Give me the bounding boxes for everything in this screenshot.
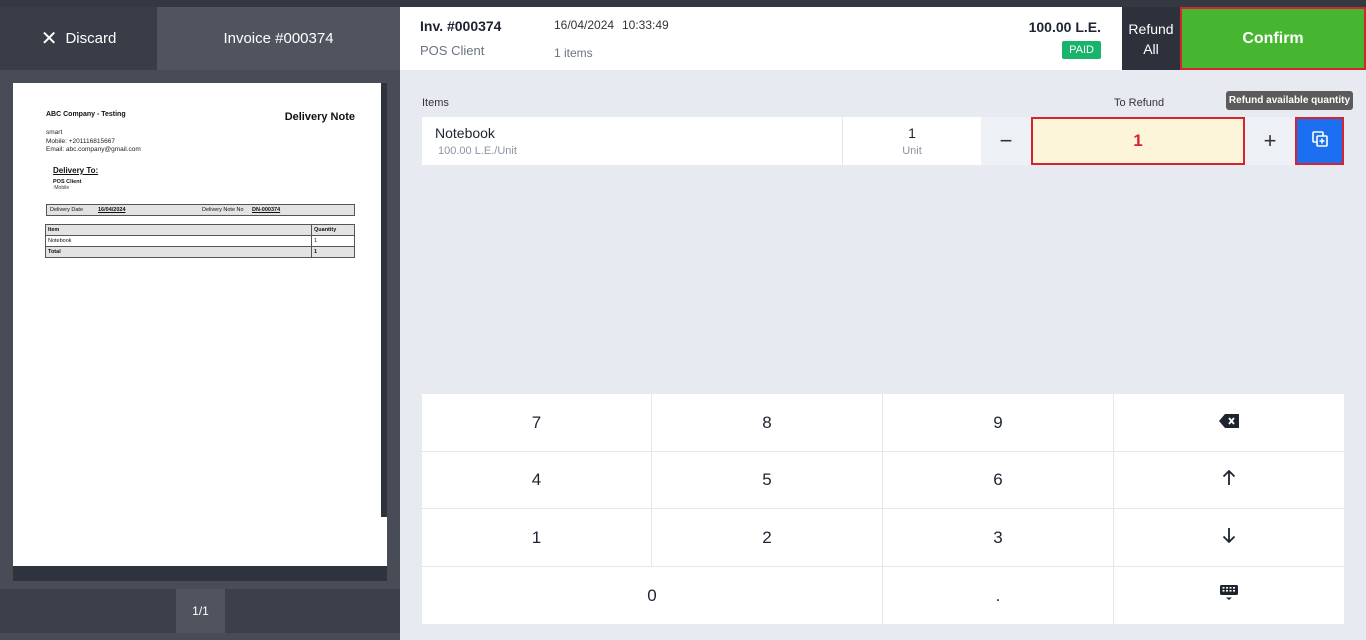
item-name: Notebook: [435, 125, 495, 141]
doc-info-line: Mobile: +201116815667: [46, 137, 115, 145]
discard-label: Discard: [65, 30, 117, 47]
invoice-header: Inv. #000374 POS Client 16/04/2024 10:33…: [400, 7, 1122, 70]
page-indicator: 1/1: [176, 589, 225, 633]
refund-all-button[interactable]: Refund All: [1122, 7, 1180, 70]
numeric-keypad: 7 8 9 4 5 6 1 2 3 0 .: [422, 394, 1344, 624]
confirm-button[interactable]: Confirm: [1180, 7, 1366, 70]
key-decimal[interactable]: .: [883, 567, 1114, 624]
key-9[interactable]: 9: [883, 394, 1114, 452]
arrow-up-icon: [1222, 469, 1236, 491]
preview-panel: ✕ Discard Invoice #000374 ABC Company - …: [0, 7, 400, 640]
doc-th-quantity: Quantity: [311, 224, 355, 236]
keyboard-icon: [1220, 585, 1238, 606]
item-unit: Unit: [902, 145, 922, 157]
doc-delivery-to-heading: Delivery To:: [53, 166, 99, 175]
key-2[interactable]: 2: [652, 509, 883, 567]
table-row: Notebook 1: [45, 235, 355, 247]
doc-company: ABC Company - Testing: [46, 111, 126, 118]
table-row-total: Total 1: [45, 246, 355, 258]
key-3[interactable]: 3: [883, 509, 1114, 567]
doc-delivery-box: Delivery Date 16/04/2024 Delivery Note N…: [46, 204, 355, 216]
invoice-time: 10:33:49: [622, 18, 669, 32]
doc-th-item: Item: [45, 224, 312, 236]
close-icon: ✕: [40, 27, 58, 50]
delivery-note-document: ABC Company - Testing Delivery Note smar…: [13, 83, 381, 573]
refund-quantity-input[interactable]: 1: [1031, 117, 1245, 165]
status-badge: PAID: [1062, 41, 1101, 59]
refund-available-button[interactable]: [1295, 117, 1344, 165]
doc-items-table: Item Quantity Notebook 1 Total 1: [45, 224, 355, 258]
item-price: 100.00 L.E./Unit: [438, 145, 517, 157]
preview-scrollbar-thumb[interactable]: [381, 83, 387, 517]
invoice-total: 100.00 L.E.: [1028, 19, 1101, 35]
backspace-key[interactable]: [1114, 394, 1344, 452]
refund-tooltip: Refund available quantity: [1226, 91, 1353, 110]
doc-delivery-no: DN-000374: [252, 207, 281, 213]
invoice-title: Invoice #000374: [157, 7, 400, 70]
copy-add-icon: [1311, 130, 1329, 153]
doc-total-label: Total: [45, 246, 312, 258]
doc-total-qty: 1: [311, 246, 355, 258]
top-strip: [0, 0, 1366, 7]
horizontal-scrollbar[interactable]: [13, 566, 387, 581]
down-key[interactable]: [1114, 509, 1344, 567]
doc-delivery-date: 16/04/2024: [98, 207, 126, 213]
key-1[interactable]: 1: [422, 509, 652, 567]
refund-all-label-line2: All: [1143, 40, 1159, 57]
item-quantity: 1: [908, 125, 916, 141]
up-key[interactable]: [1114, 452, 1344, 509]
doc-title: Delivery Note: [284, 111, 355, 123]
items-count: 1 items: [554, 46, 593, 60]
doc-info-line: Email: abc.company@gmail.com: [46, 146, 141, 153]
key-0[interactable]: 0: [422, 567, 883, 624]
document-preview: ABC Company - Testing Delivery Note smar…: [13, 83, 381, 573]
items-label: Items: [422, 97, 449, 109]
invoice-date: 16/04/2024: [554, 18, 615, 32]
decrease-button[interactable]: −: [981, 117, 1031, 165]
doc-client-mobile: :Mobile: [53, 185, 70, 191]
key-5[interactable]: 5: [652, 452, 883, 509]
client-name: POS Client: [420, 43, 485, 58]
doc-cell-qty: 1: [311, 235, 355, 247]
key-7[interactable]: 7: [422, 394, 652, 452]
key-4[interactable]: 4: [422, 452, 652, 509]
arrow-down-icon: [1222, 527, 1236, 548]
doc-delivery-no-label: Delivery Note No: [202, 207, 244, 213]
keyboard-key[interactable]: [1114, 567, 1344, 624]
key-6[interactable]: 6: [883, 452, 1114, 509]
key-8[interactable]: 8: [652, 394, 883, 452]
discard-button[interactable]: ✕ Discard: [0, 7, 157, 70]
increase-button[interactable]: +: [1245, 117, 1295, 165]
doc-info-line: smart: [46, 129, 63, 136]
invoice-number: Inv. #000374: [420, 18, 502, 34]
doc-delivery-date-label: Delivery Date: [50, 207, 84, 213]
doc-cell-item: Notebook: [45, 235, 312, 247]
to-refund-label: To Refund: [1114, 97, 1165, 109]
refund-all-label-line1: Refund: [1128, 20, 1174, 37]
backspace-icon: [1219, 413, 1239, 433]
doc-info: smart Mobile: +201116815667 Email: abc.c…: [46, 129, 141, 155]
